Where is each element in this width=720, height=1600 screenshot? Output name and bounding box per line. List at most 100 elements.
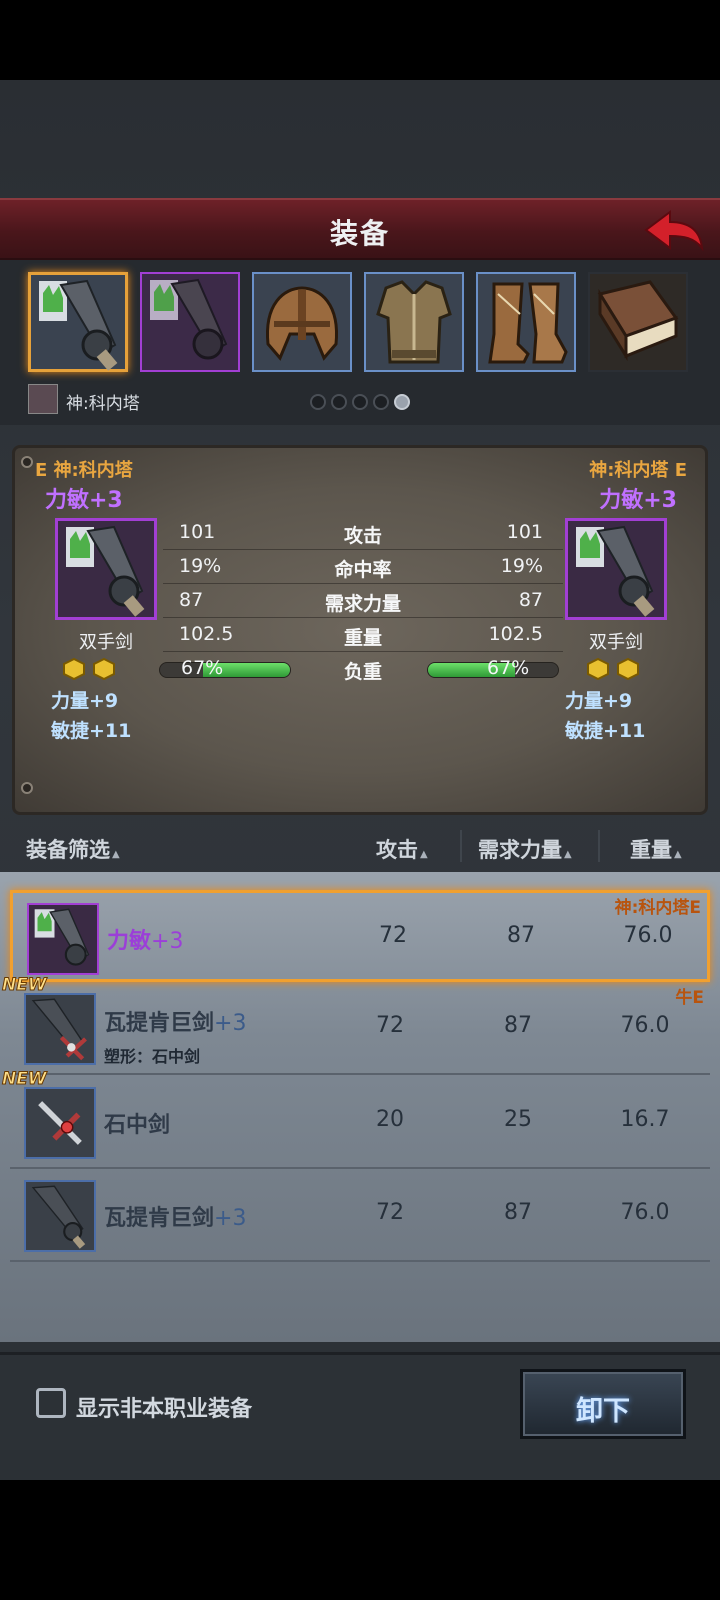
- item-strength: 87: [507, 923, 535, 948]
- page-dot-active[interactable]: [394, 394, 410, 410]
- greatsword-icon: [66, 525, 145, 617]
- right-bonus-agility: 敏捷+11: [565, 720, 646, 742]
- list-item[interactable]: 瓦提肯巨剑+3 72 87 76.0: [10, 1170, 710, 1262]
- right-item-enchant: 力敏+3: [599, 488, 677, 513]
- sort-strength[interactable]: 需求力量 ▲: [478, 834, 572, 864]
- strength-header-label: 需求力量: [478, 838, 562, 862]
- greatsword-icon: [31, 1185, 86, 1249]
- page-dot[interactable]: [352, 394, 368, 410]
- item-plus: +3: [214, 1011, 247, 1036]
- stat-right-value: 101: [506, 521, 543, 543]
- item-strength: 25: [504, 1107, 532, 1132]
- stat-row-load: 67% 负重 67%: [159, 652, 563, 686]
- slot-main-weapon[interactable]: [28, 272, 128, 372]
- sort-arrow-icon: ▲: [112, 849, 120, 860]
- item-plus: +3: [151, 929, 184, 954]
- item-name: 瓦提肯巨剑+3: [104, 1200, 246, 1232]
- list-header: 装备筛选 ▲ 攻击 ▲ 需求力量 ▲ 重量 ▲: [0, 822, 720, 870]
- boots-icon: [488, 282, 568, 364]
- greatsword-icon: [150, 278, 228, 360]
- item-name-text: 力敏: [107, 929, 152, 954]
- character-avatar: [28, 384, 58, 414]
- sort-weight[interactable]: 重量 ▲: [630, 834, 682, 864]
- page-dot[interactable]: [310, 394, 326, 410]
- equipment-slot-bar: 神:科内塔: [0, 260, 720, 425]
- item-owner: 神:科内塔E: [614, 898, 701, 918]
- stat-label: 需求力量: [324, 593, 401, 615]
- stat-row-weight: 102.5 重量 102.5: [163, 618, 563, 652]
- stat-row-accuracy: 19% 命中率 19%: [163, 550, 563, 584]
- slot-book[interactable]: [588, 272, 688, 372]
- sort-arrow-icon: ▲: [420, 849, 428, 860]
- gem-socket-icon: [587, 658, 609, 680]
- item-weight: 76.0: [620, 1013, 670, 1038]
- item-attack: 72: [379, 923, 407, 948]
- character-name: 神:科内塔: [66, 394, 140, 414]
- greatsword-icon: [31, 998, 87, 1061]
- stat-right-value: 102.5: [488, 623, 543, 645]
- item-attack: 20: [376, 1107, 404, 1132]
- filter-label: 装备筛选: [26, 838, 110, 862]
- footer-bar: 显示非本职业装备 卸下: [0, 1352, 720, 1450]
- item-attack: 72: [376, 1200, 404, 1225]
- right-item-icon[interactable]: [565, 518, 667, 620]
- column-divider: [460, 830, 462, 862]
- armor-icon: [376, 280, 452, 364]
- sort-attack[interactable]: 攻击 ▲: [376, 834, 428, 864]
- item-name: 力敏+3: [107, 923, 183, 955]
- rivet: [21, 456, 33, 468]
- item-weight: 76.0: [620, 1200, 670, 1225]
- item-plus: +3: [214, 1206, 247, 1231]
- show-other-class-checkbox[interactable]: [36, 1388, 66, 1418]
- greatsword-icon: [34, 908, 90, 966]
- item-icon: [24, 993, 96, 1065]
- left-item-enchant: 力敏+3: [45, 488, 123, 513]
- left-bonus-strength: 力量+9: [51, 690, 119, 712]
- unequip-label: 卸下: [576, 1396, 630, 1427]
- unequip-button[interactable]: 卸下: [520, 1369, 686, 1439]
- right-bonus-strength: 力量+9: [565, 690, 633, 712]
- navigation-bar-area: [0, 1480, 720, 1600]
- show-other-class-label: 显示非本职业装备: [76, 1397, 253, 1422]
- slot-armor[interactable]: [364, 272, 464, 372]
- right-load-value: 67%: [487, 657, 530, 679]
- slot-helmet[interactable]: [252, 272, 352, 372]
- list-item[interactable]: 神:科内塔E 力敏+3 72 87 76.0: [10, 890, 710, 982]
- page-dot[interactable]: [331, 394, 347, 410]
- item-strength: 87: [504, 1013, 532, 1038]
- left-bonus-agility: 敏捷+11: [51, 720, 132, 742]
- gem-socket-icon: [63, 658, 85, 680]
- compare-panel: E 神:科内塔 神:科内塔 E 力敏+3 力敏+3 双手剑 双手剑 力量+9 敏…: [12, 445, 708, 815]
- left-item-owner: E 神:科内塔: [35, 460, 133, 481]
- back-arrow-icon[interactable]: [640, 208, 706, 254]
- stat-right-value: 19%: [500, 555, 543, 577]
- stat-row-required-strength: 87 需求力量 87: [163, 584, 563, 618]
- item-weight: 16.7: [620, 1107, 670, 1132]
- item-weight: 76.0: [623, 923, 673, 948]
- helmet-icon: [265, 286, 339, 361]
- page-title: 装备: [329, 217, 390, 250]
- item-name: 瓦提肯巨剑+3: [104, 1005, 246, 1037]
- new-badge: NEW: [2, 1069, 48, 1090]
- weight-header-label: 重量: [630, 838, 672, 862]
- item-owner: 牛E: [675, 988, 704, 1008]
- sword-in-stone-icon: [38, 1101, 82, 1145]
- slot-boots[interactable]: [476, 272, 576, 372]
- title-bar: 装备: [0, 198, 720, 260]
- equipment-list: 神:科内塔E 力敏+3 72 87 76.0 NEW 牛E 瓦提肯巨剑+3 塑形…: [0, 872, 720, 1342]
- right-item-owner: 神:科内塔 E: [589, 460, 687, 481]
- column-divider: [598, 830, 600, 862]
- stat-right-value: 87: [518, 589, 543, 611]
- left-item-icon[interactable]: [55, 518, 157, 620]
- list-item[interactable]: NEW 牛E 瓦提肯巨剑+3 塑形：石中剑 72 87 76.0: [2, 975, 710, 1075]
- slot-off-weapon[interactable]: [140, 272, 240, 372]
- item-name-text: 瓦提肯巨剑: [104, 1206, 215, 1231]
- item-attack: 72: [376, 1013, 404, 1038]
- page-dot[interactable]: [373, 394, 389, 410]
- filter-sort[interactable]: 装备筛选 ▲: [26, 834, 120, 864]
- stat-row-attack: 101 攻击 101: [163, 516, 563, 550]
- item-name-text: 瓦提肯巨剑: [104, 1011, 215, 1036]
- list-item[interactable]: NEW 石中剑 20 25 16.7: [2, 1069, 710, 1169]
- item-icon: [27, 903, 99, 975]
- sort-arrow-icon: ▲: [674, 849, 682, 860]
